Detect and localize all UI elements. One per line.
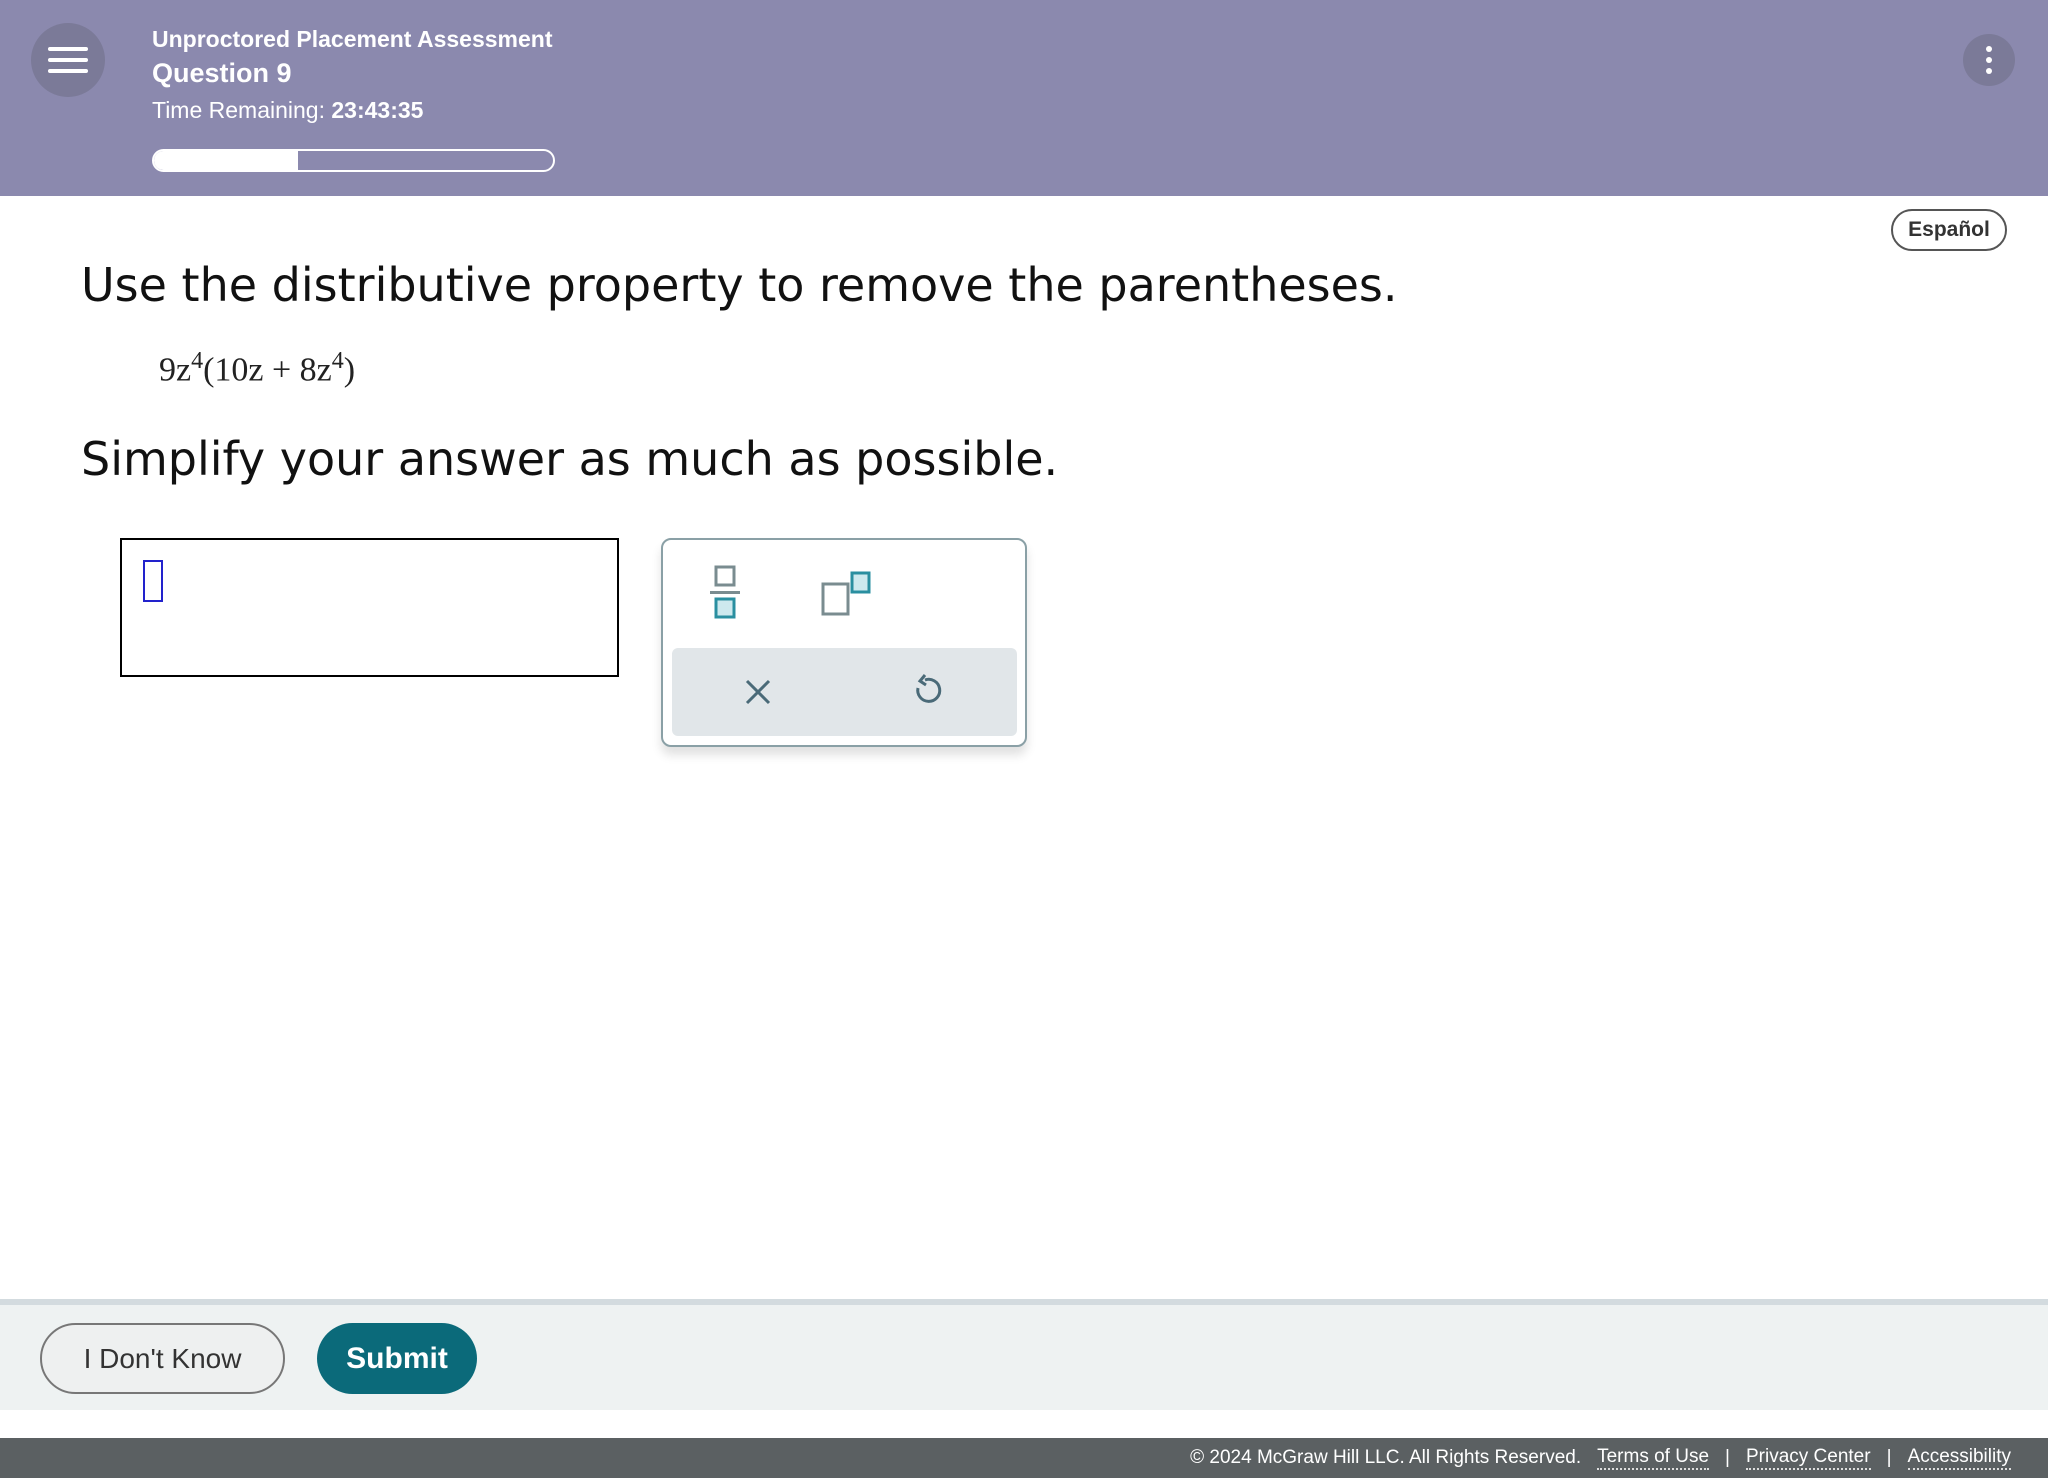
footer: © 2024 McGraw Hill LLC. All Rights Reser… (0, 1438, 2048, 1478)
privacy-link[interactable]: Privacy Center (1745, 1446, 1871, 1470)
question-instruction: Use the distributive property to remove … (81, 258, 1398, 312)
math-palette (661, 538, 1027, 747)
menu-button[interactable] (31, 23, 105, 97)
espanol-button[interactable]: Español (1891, 209, 2007, 251)
palette-actions (672, 648, 1017, 736)
assessment-title: Unproctored Placement Assessment (152, 26, 553, 52)
accessibility-link[interactable]: Accessibility (1907, 1446, 2011, 1470)
clear-icon[interactable] (744, 678, 772, 710)
math-expression: 9z4(10z + 8z4) (159, 348, 355, 389)
superscript-icon[interactable] (820, 570, 876, 624)
undo-icon[interactable] (913, 674, 943, 714)
input-caret (143, 560, 163, 602)
expr-exp1: 4 (191, 348, 204, 374)
question-followup: Simplify your answer as much as possible… (81, 432, 1059, 486)
expr-close: ) (343, 351, 356, 389)
fraction-icon[interactable] (708, 565, 742, 625)
expr-inner: (10z + 8z (203, 351, 332, 389)
answer-input[interactable] (120, 538, 619, 677)
expr-coef: 9z (159, 351, 192, 389)
time-remaining: Time Remaining: 23:43:35 (152, 97, 423, 124)
more-options-button[interactable] (1963, 34, 2015, 86)
progress-bar (152, 149, 555, 172)
separator: | (1725, 1447, 1730, 1468)
header: Unproctored Placement Assessment Questio… (0, 0, 2048, 196)
progress-fill (154, 151, 298, 170)
action-bar: I Don't Know Submit (0, 1299, 2048, 1410)
time-label: Time Remaining: (152, 97, 325, 123)
hamburger-icon (48, 47, 88, 51)
kebab-icon (1986, 46, 1992, 52)
terms-link[interactable]: Terms of Use (1597, 1446, 1710, 1470)
submit-button[interactable]: Submit (317, 1323, 477, 1394)
expr-exp2: 4 (331, 348, 344, 374)
separator: | (1886, 1447, 1892, 1468)
dont-know-button[interactable]: I Don't Know (40, 1323, 285, 1394)
question-number: Question 9 (152, 58, 292, 88)
copyright: © 2024 McGraw Hill LLC. All Rights Reser… (1190, 1447, 1582, 1468)
time-value: 23:43:35 (331, 97, 424, 123)
